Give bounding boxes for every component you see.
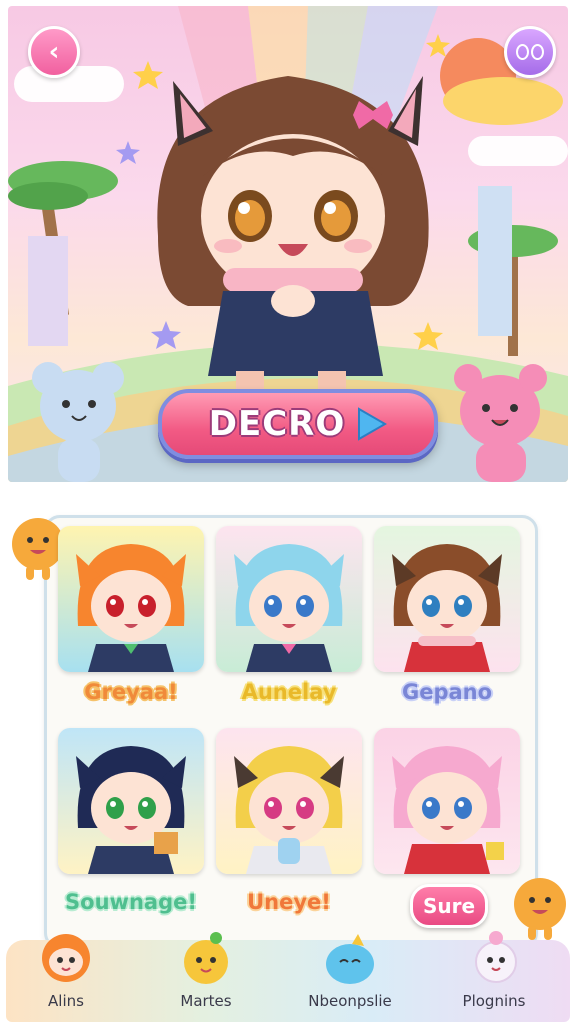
character-portrait (76, 544, 186, 672)
nav-label-plognins: Plognins (462, 992, 526, 1010)
character-portrait (392, 746, 504, 874)
character-portrait (234, 746, 344, 874)
character-card-greyaa[interactable] (58, 526, 204, 672)
play-arrow-icon (358, 407, 388, 441)
character-name-uneye: Uneye! (247, 890, 331, 914)
character-name-gepano: Gepano (401, 680, 493, 704)
decro-button-label: DECRO (208, 404, 346, 444)
character-card-uneye[interactable] (216, 728, 362, 874)
eyes-icon (516, 44, 529, 60)
hero-banner: ‹ DECRO (8, 6, 568, 482)
nav-label-martes: Martes (180, 992, 232, 1010)
character-name-aunelay: Aunelay (241, 680, 337, 704)
yellow-blob-icon (184, 932, 228, 984)
character-name-greyaa: Greyaa! (84, 680, 178, 704)
character-name-souwnage: Souwnage! (65, 890, 197, 914)
chevron-left-icon: ‹ (48, 37, 60, 67)
orange-hair-character-icon (42, 934, 90, 982)
bottom-nav: Alins Martes Nbeonpslie Plognins (6, 931, 570, 1022)
eyes-icon-right (531, 44, 544, 60)
character-portrait (392, 544, 502, 672)
character-card-souwnage[interactable] (58, 728, 204, 874)
back-button[interactable]: ‹ (28, 26, 80, 78)
character-portrait (76, 746, 186, 874)
blue-blob-icon (326, 934, 374, 984)
nav-item-nbeonpslie[interactable]: Nbeonpslie (290, 934, 410, 1022)
cloud (468, 136, 568, 166)
nav-label-nbeonpslie: Nbeonpslie (308, 992, 392, 1010)
character-card-gepano[interactable] (374, 526, 520, 672)
menu-button[interactable] (504, 26, 556, 78)
white-bunny-icon (475, 931, 517, 983)
nav-item-plognins[interactable]: Plognins (434, 931, 554, 1022)
nav-label-alins: Alins (48, 992, 84, 1010)
nav-item-alins[interactable]: Alins (6, 934, 126, 1022)
character-card-sure[interactable] (374, 728, 520, 874)
nav-item-martes[interactable]: Martes (146, 932, 266, 1022)
sure-button[interactable]: Sure (410, 884, 488, 928)
character-card-aunelay[interactable] (216, 526, 362, 672)
character-portrait (234, 544, 344, 672)
decro-button[interactable]: DECRO (158, 389, 438, 459)
